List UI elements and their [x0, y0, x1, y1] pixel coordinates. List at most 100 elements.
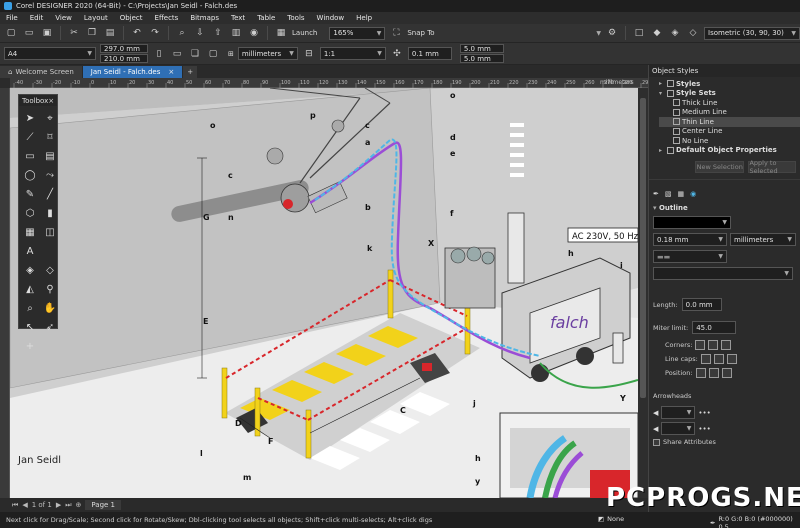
- dimension-tool-icon[interactable]: ▮: [42, 205, 58, 221]
- connector-tool-icon[interactable]: ⤳: [42, 167, 58, 183]
- miter-limit-field[interactable]: 45.0: [692, 321, 737, 334]
- square-cap-icon[interactable]: [726, 354, 737, 364]
- undo-icon[interactable]: ↶: [130, 26, 144, 40]
- page-size-dropdown[interactable]: A4 ▼: [4, 47, 96, 60]
- ellipse-tool-icon[interactable]: ◯: [22, 167, 38, 183]
- scrollbar-thumb[interactable]: [640, 98, 646, 398]
- zoom-level-dropdown[interactable]: 165% ▼: [329, 26, 386, 40]
- shape-tool-icon[interactable]: ⌖: [42, 110, 58, 126]
- new-tab-button[interactable]: +: [183, 66, 198, 78]
- tab-welcome-screen[interactable]: ⌂ Welcome Screen: [0, 66, 82, 78]
- cut-icon[interactable]: ✂: [67, 26, 81, 40]
- butt-cap-icon[interactable]: [700, 354, 711, 364]
- table-tool-icon[interactable]: ▦: [22, 224, 38, 240]
- menu-object[interactable]: Object: [120, 14, 143, 22]
- tree-item-no-line[interactable]: No Line: [659, 136, 800, 146]
- eyedropper-tool-icon[interactable]: ⚲: [42, 281, 58, 297]
- drawing-scale-dropdown[interactable]: 1:1 ▼: [319, 47, 386, 60]
- landscape-icon[interactable]: ▭: [170, 47, 184, 61]
- menu-table[interactable]: Table: [257, 14, 275, 22]
- application-launcher-icon[interactable]: ▦: [274, 26, 288, 40]
- menu-layout[interactable]: Layout: [84, 14, 108, 22]
- prev-page-icon[interactable]: ◀: [22, 501, 27, 509]
- tree-item-thin-line[interactable]: Thin Line: [659, 117, 800, 127]
- more-options-icon[interactable]: •••: [698, 425, 710, 433]
- length-field[interactable]: 0.0 mm: [681, 298, 722, 311]
- inside-position-icon[interactable]: [721, 368, 732, 378]
- new-from-selection-button[interactable]: New Selection: [695, 161, 745, 173]
- fill-pattern-icon[interactable]: ▧: [665, 190, 672, 198]
- tree-item-style-sets[interactable]: ▾ Style Sets: [659, 89, 800, 99]
- cube-view-icon[interactable]: ◆: [650, 26, 664, 40]
- close-icon[interactable]: ×: [48, 97, 54, 105]
- round-cap-icon[interactable]: [713, 354, 724, 364]
- redo-icon[interactable]: ↷: [148, 26, 162, 40]
- paste-icon[interactable]: ▤: [103, 26, 117, 40]
- miter-corner-icon[interactable]: [695, 340, 706, 350]
- round-corner-icon[interactable]: [708, 340, 719, 350]
- outline-pen-icon[interactable]: ✒: [653, 190, 659, 198]
- tab-document[interactable]: Jan Seidl - Falch.des ×: [82, 66, 183, 78]
- status-outline[interactable]: ✒ R:0 G:0 B:0 (#000000) 0.5: [710, 515, 800, 528]
- nudge-distance-field[interactable]: 0.1 mm: [407, 47, 452, 60]
- projection-preset-dropdown[interactable]: Isometric (30, 90, 30) ▼: [704, 26, 800, 40]
- line-tool-icon[interactable]: ╱: [42, 186, 58, 202]
- tree-item-center-line[interactable]: Center Line: [659, 127, 800, 137]
- menu-bitmaps[interactable]: Bitmaps: [190, 14, 219, 22]
- outline-color-picker[interactable]: ▼: [653, 216, 731, 229]
- freehand-tool-icon[interactable]: ✎: [22, 186, 38, 202]
- duplicate-y-field[interactable]: 5.0 mm: [459, 54, 504, 63]
- menu-edit[interactable]: Edit: [30, 14, 44, 22]
- apply-to-selected-button[interactable]: Apply to Selected: [748, 159, 796, 175]
- callout-tool-icon[interactable]: ◫: [42, 224, 58, 240]
- projection-tool-icon[interactable]: ◈: [22, 262, 38, 278]
- horizontal-ruler[interactable]: -40 -30 -20 -10 0 10 20 30 40 50 60 70 80 90 100 110 120…: [10, 78, 652, 88]
- open-folder-icon[interactable]: ▭: [22, 26, 36, 40]
- transparency-tool-icon[interactable]: ◇: [42, 262, 58, 278]
- outline-units-dropdown[interactable]: millimeters ▼: [730, 233, 796, 246]
- menu-window[interactable]: Window: [317, 14, 345, 22]
- page-tab[interactable]: Page 1: [85, 500, 122, 510]
- publish-pdf-icon[interactable]: ▥: [229, 26, 243, 40]
- page-width-field[interactable]: 297.0 mm: [100, 44, 148, 53]
- effects-icon[interactable]: ◉: [690, 190, 696, 198]
- contour-tool-icon[interactable]: ➶: [42, 319, 58, 335]
- tree-item-default-properties[interactable]: ▸ Default Object Properties: [659, 146, 800, 156]
- options-gear-icon[interactable]: ⚙: [605, 26, 619, 40]
- portrait-icon[interactable]: ▯: [152, 47, 166, 61]
- line-style-dropdown[interactable]: ▬▬ ▼: [653, 250, 727, 263]
- frame-icon[interactable]: □: [632, 26, 646, 40]
- full-screen-icon[interactable]: ⛶: [389, 26, 403, 40]
- page-height-field[interactable]: 210.0 mm: [100, 54, 148, 63]
- tree-item-thick-line[interactable]: Thick Line: [659, 98, 800, 108]
- more-options-icon[interactable]: •••: [698, 409, 710, 417]
- copy-icon[interactable]: ❐: [85, 26, 99, 40]
- snap-to-dropdown[interactable]: Snap To: [407, 29, 434, 37]
- rectangle-tool-icon[interactable]: ▭: [22, 148, 38, 164]
- all-pages-icon[interactable]: ❏: [188, 47, 202, 61]
- drawing-scale-icon[interactable]: ⊟: [302, 47, 316, 61]
- add-tool-icon[interactable]: +: [22, 338, 38, 354]
- tree-item-medium-line[interactable]: Medium Line: [659, 108, 800, 118]
- drawing-canvas[interactable]: falch AC 230V, 50 Hz o p c a d e c b n f…: [10, 88, 638, 498]
- cube-right-icon[interactable]: ◇: [686, 26, 700, 40]
- pan-tool-icon[interactable]: ✋: [42, 300, 58, 316]
- end-arrowhead-dropdown[interactable]: ▼: [661, 422, 696, 435]
- smart-fill-icon[interactable]: ▤: [42, 148, 58, 164]
- share-attributes-checkbox[interactable]: [653, 438, 660, 446]
- search-content-icon[interactable]: ⌕: [175, 26, 189, 40]
- tree-item-styles[interactable]: ▸ Styles: [659, 79, 800, 89]
- menu-text[interactable]: Text: [231, 14, 245, 22]
- launch-button[interactable]: Launch: [292, 29, 317, 37]
- close-icon[interactable]: ×: [168, 68, 174, 76]
- pick-tool-icon[interactable]: ➤: [22, 110, 38, 126]
- last-page-icon[interactable]: ⏭: [65, 501, 71, 510]
- next-page-icon[interactable]: ▶: [56, 501, 61, 509]
- polygon-tool-icon[interactable]: ⬡: [22, 205, 38, 221]
- crop-tool-icon[interactable]: ⟋: [22, 129, 38, 145]
- export-icon[interactable]: ⇧: [211, 26, 225, 40]
- status-fill[interactable]: ◩ None: [598, 515, 624, 523]
- menu-effects[interactable]: Effects: [155, 14, 179, 22]
- menu-file[interactable]: File: [6, 14, 18, 22]
- zoom-tool-icon[interactable]: ⌑: [42, 129, 58, 145]
